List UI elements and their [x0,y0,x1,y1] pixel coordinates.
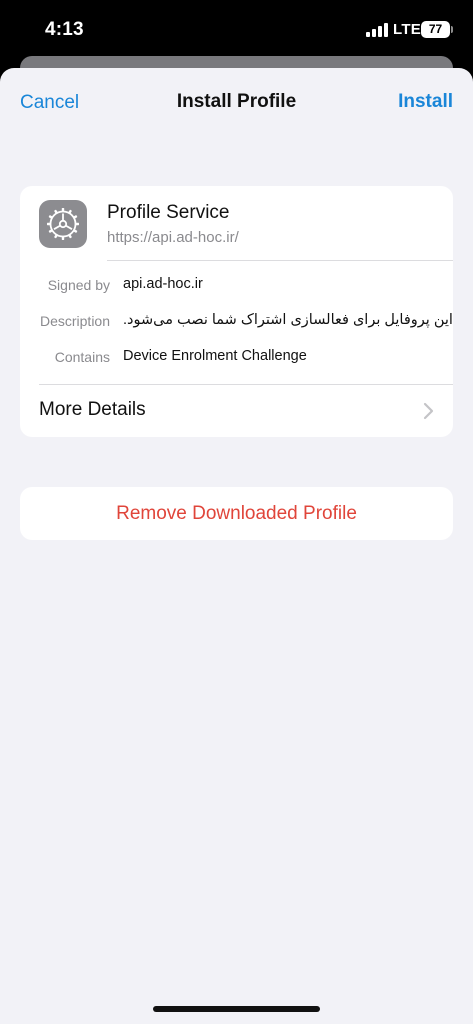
contains-label: Contains [54,349,110,365]
navigation-bar: Cancel Install Profile Install [0,68,473,138]
chevron-right-icon[interactable] [423,402,435,420]
profile-card: Profile Service https://api.ad-hoc.ir/ S… [20,186,453,437]
divider [107,260,453,261]
profile-url: https://api.ad-hoc.ir/ [107,229,239,246]
more-details-button[interactable]: More Details [39,399,146,421]
description-value: این پروفایل برای فعالسازی اشتراک شما نصب… [123,312,453,328]
settings-gear-icon [39,200,87,248]
status-bar: 4:13 LTE 77 [0,0,473,62]
cellular-signal-icon [366,23,388,37]
remove-downloaded-profile-button[interactable]: Remove Downloaded Profile [20,487,453,540]
network-type: LTE [393,21,422,38]
description-label: Description [39,313,110,329]
divider [39,384,453,385]
install-profile-sheet: Cancel Install Profile Install Profile S… [0,68,473,1024]
screen: 4:13 LTE 77 Cancel Install Profile Insta… [0,0,473,1024]
home-indicator[interactable] [153,1006,320,1012]
battery-level: 77 [428,22,443,36]
install-button[interactable]: Install [398,91,453,113]
signed-by-value: api.ad-hoc.ir [123,276,203,292]
gear-icon [47,208,79,240]
remove-downloaded-profile-label: Remove Downloaded Profile [116,502,357,524]
signed-by-label: Signed by [47,277,110,293]
status-time: 4:13 [45,19,84,40]
profile-name: Profile Service [107,202,230,223]
contains-value: Device Enrolment Challenge [123,348,307,364]
battery-icon: 77 [421,21,450,38]
battery-tip [451,26,453,33]
